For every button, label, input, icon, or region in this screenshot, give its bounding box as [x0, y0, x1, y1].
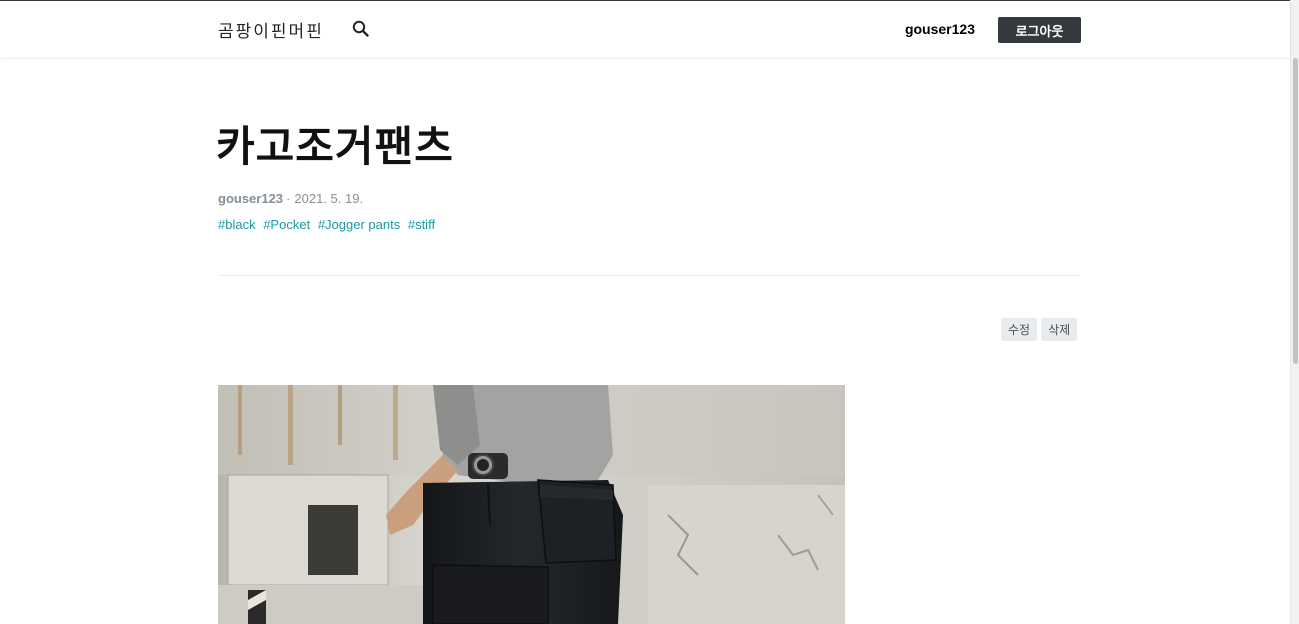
scrollbar-thumb[interactable]	[1293, 58, 1298, 364]
tag-link[interactable]: #stiff	[408, 217, 435, 232]
meta-separator: ·	[286, 191, 291, 206]
post-date: 2021. 5. 19.	[294, 191, 364, 206]
logout-button[interactable]: 로그아웃	[998, 17, 1081, 43]
post-title: 카고조거팬츠	[216, 122, 454, 171]
page: 곰팡이핀머핀 gouser123 로그아웃 카고조거팬츠 gouser123 · 2…	[0, 0, 1299, 624]
content-divider	[218, 275, 1080, 276]
page-scrollbar[interactable]	[1290, 0, 1299, 624]
top-header: 곰팡이핀머핀 gouser123 로그아웃	[0, 0, 1290, 57]
tag-link[interactable]: #black	[218, 217, 256, 232]
search-icon	[352, 20, 369, 37]
post-meta: gouser123 · 2021. 5. 19.	[218, 191, 363, 206]
product-photo	[218, 385, 845, 624]
tag-link[interactable]: #Jogger pants	[318, 217, 400, 232]
search-button[interactable]	[350, 18, 372, 40]
tag-list: #black #Pocket #Jogger pants #stiff	[218, 217, 439, 232]
post-image	[218, 385, 845, 624]
edit-button[interactable]: 수정	[1001, 318, 1038, 341]
post-actions: 수정 삭제	[1001, 318, 1078, 341]
user-name: gouser123	[904, 21, 975, 37]
tag-link[interactable]: #Pocket	[263, 217, 310, 232]
brand-logo[interactable]: 곰팡이핀머핀	[218, 17, 324, 42]
post-author[interactable]: gouser123	[218, 191, 283, 206]
delete-button[interactable]: 삭제	[1041, 318, 1078, 341]
